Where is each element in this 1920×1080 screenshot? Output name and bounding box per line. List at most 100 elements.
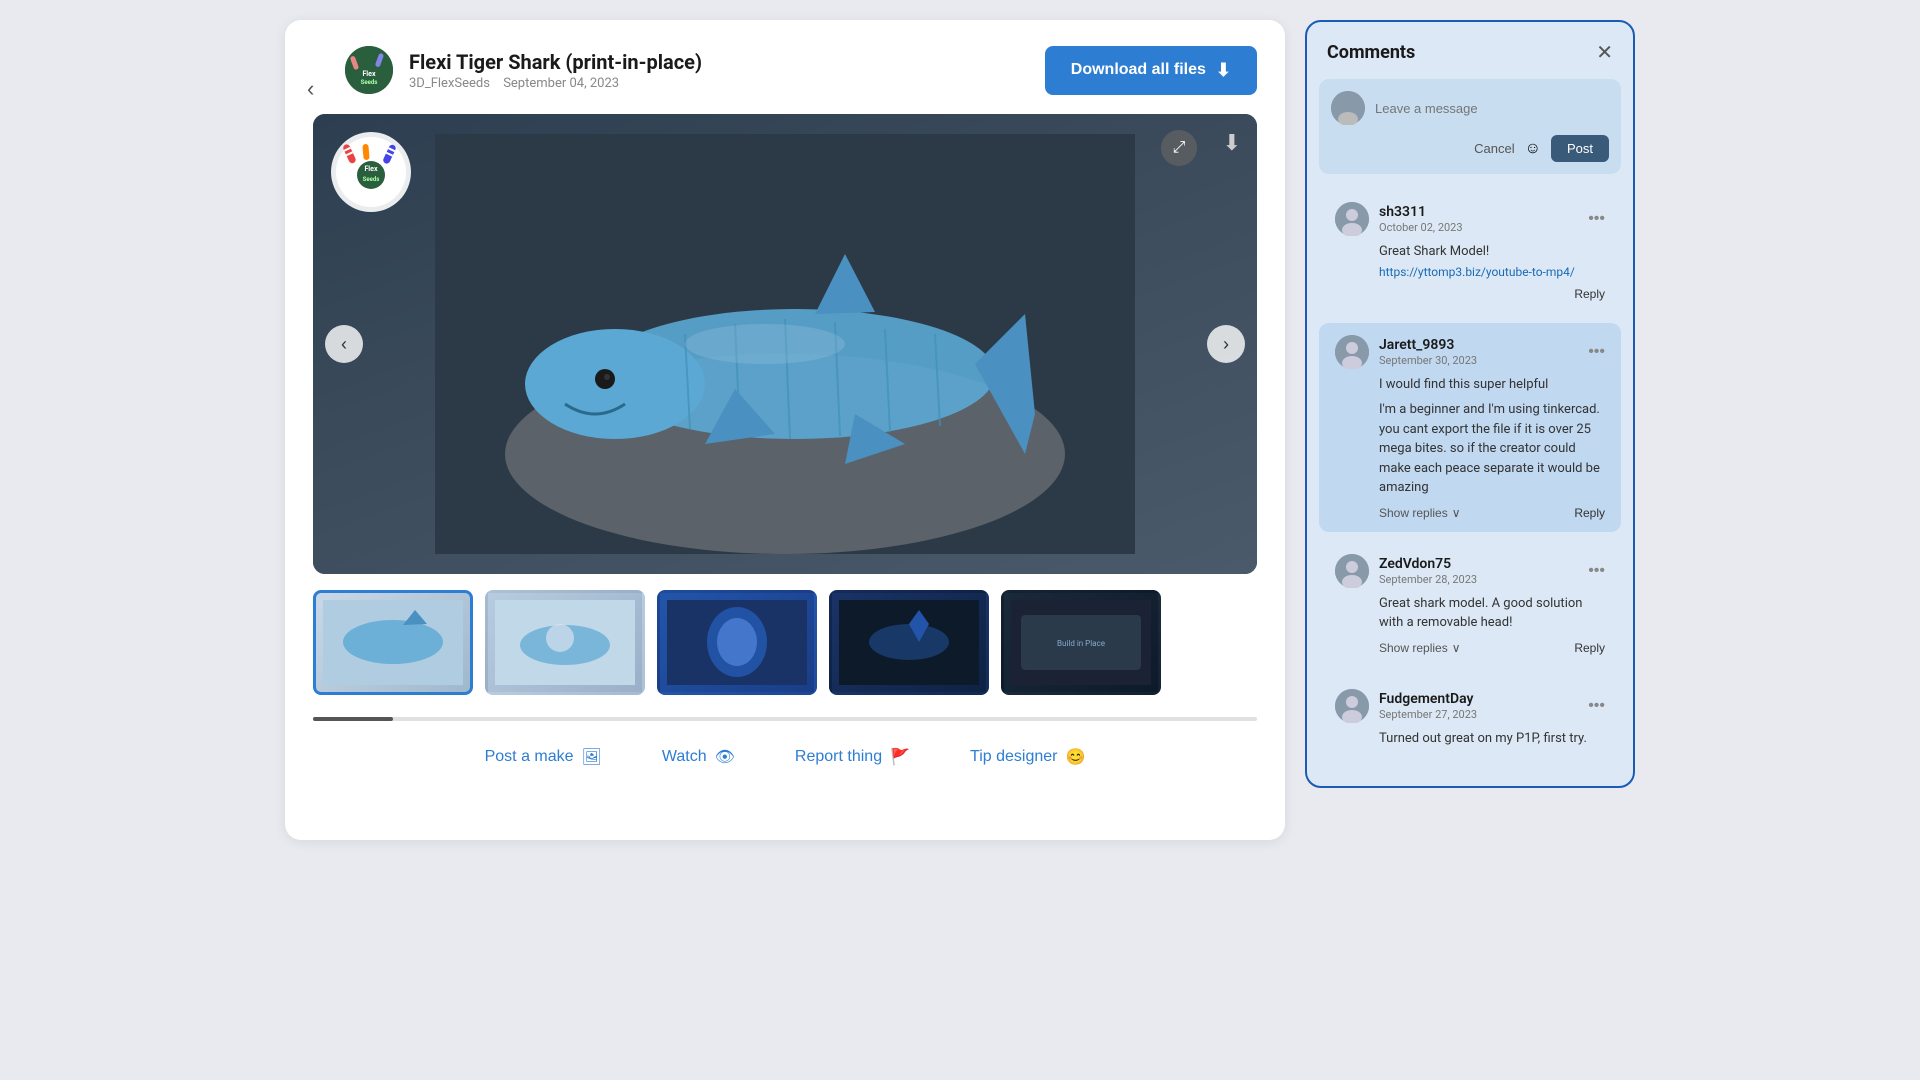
- comment-2-reply-button[interactable]: Reply: [1574, 506, 1605, 520]
- header-left: Flex Seeds Flexi Tiger Shark (print-in-p…: [343, 44, 702, 96]
- comment-1-meta: sh3311 October 02, 2023: [1379, 204, 1578, 234]
- expand-button[interactable]: ⤢: [1161, 130, 1197, 166]
- download-all-button[interactable]: Download all files ⬇: [1045, 46, 1257, 95]
- report-button[interactable]: Report thing 🚩: [795, 747, 910, 767]
- comment-input-area: Cancel ☺ Post: [1319, 79, 1621, 174]
- comment-4: FudgementDay September 27, 2023 ••• Turn…: [1319, 677, 1621, 761]
- comment-3-footer: Show replies ∨ Reply: [1379, 641, 1605, 655]
- main-card: ‹ F: [285, 20, 1285, 840]
- comment-4-header: FudgementDay September 27, 2023 •••: [1335, 689, 1605, 723]
- comment-3-username: ZedVdon75: [1379, 556, 1578, 572]
- comments-panel: Comments ✕ Cancel ☺ Post: [1305, 20, 1635, 788]
- comment-4-text: Turned out great on my P1P, first try.: [1379, 729, 1605, 749]
- avatar: Flex Seeds: [343, 44, 395, 96]
- comment-1-text: Great Shark Model!: [1379, 242, 1605, 262]
- comment-2-avatar: [1335, 335, 1369, 369]
- comment-3-text: Great shark model. A good solution with …: [1379, 594, 1605, 633]
- thumbnail-3[interactable]: [657, 590, 817, 695]
- show-replies-label-3: Show replies: [1379, 641, 1448, 655]
- comment-1-menu[interactable]: •••: [1588, 210, 1605, 228]
- comment-4-menu[interactable]: •••: [1588, 697, 1605, 715]
- download-label: Download all files: [1071, 61, 1206, 79]
- comment-3: ZedVdon75 September 28, 2023 ••• Great s…: [1319, 542, 1621, 667]
- comment-3-menu[interactable]: •••: [1588, 562, 1605, 580]
- close-comments-button[interactable]: ✕: [1596, 40, 1613, 65]
- shark-illustration: [435, 134, 1135, 554]
- thumbnail-1[interactable]: [313, 590, 473, 695]
- comment-4-username: FudgementDay: [1379, 691, 1578, 707]
- watch-label: Watch: [662, 748, 707, 766]
- svg-text:Flex: Flex: [362, 70, 375, 78]
- comment-4-meta: FudgementDay September 27, 2023: [1379, 691, 1578, 721]
- comment-2-menu[interactable]: •••: [1588, 343, 1605, 361]
- svg-text:Build in Place: Build in Place: [1057, 639, 1105, 648]
- comment-4-date: September 27, 2023: [1379, 708, 1578, 721]
- shark-background: Flex Seeds ⤢ ⬇: [313, 114, 1257, 574]
- comment-2-header: Jarett_9893 September 30, 2023 •••: [1335, 335, 1605, 369]
- tip-icon: 😊: [1065, 747, 1085, 767]
- download-icon: ⬇: [1216, 60, 1231, 81]
- comment-text-input[interactable]: [1375, 101, 1609, 116]
- author-name: 3D_FlexSeeds: [409, 76, 490, 91]
- comment-2-text-main: I would find this super helpful: [1379, 375, 1605, 395]
- comment-1-link[interactable]: https://yttomp3.biz/youtube-to-mp4/: [1379, 265, 1605, 279]
- comment-3-reply-button[interactable]: Reply: [1574, 641, 1605, 655]
- watch-button[interactable]: Watch 👁: [662, 747, 735, 767]
- comment-1-footer: Reply: [1379, 287, 1605, 301]
- meta-info: 3D_FlexSeeds September 04, 2023: [409, 76, 702, 91]
- comment-1-avatar: [1335, 202, 1369, 236]
- comment-2-date: September 30, 2023: [1379, 354, 1578, 367]
- header: Flex Seeds Flexi Tiger Shark (print-in-p…: [313, 44, 1257, 96]
- post-comment-button[interactable]: Post: [1551, 135, 1609, 162]
- publish-date: September 04, 2023: [503, 76, 619, 91]
- scroll-bar: [313, 717, 393, 721]
- comments-header: Comments ✕: [1307, 22, 1633, 79]
- svg-text:Seeds: Seeds: [361, 79, 378, 86]
- post-make-icon: 🖼: [582, 747, 602, 767]
- tip-label: Tip designer: [970, 748, 1057, 766]
- svg-text:Seeds: Seeds: [363, 176, 380, 183]
- comment-2-show-replies[interactable]: Show replies ∨: [1379, 506, 1461, 520]
- comment-3-meta: ZedVdon75 September 28, 2023: [1379, 556, 1578, 586]
- comment-3-date: September 28, 2023: [1379, 573, 1578, 586]
- comment-input-row: [1331, 91, 1609, 125]
- image-next-button[interactable]: ›: [1207, 325, 1245, 363]
- comment-actions-row: Cancel ☺ Post: [1331, 135, 1609, 162]
- comments-title: Comments: [1327, 42, 1415, 63]
- watch-icon: 👁: [715, 747, 735, 767]
- chevron-down-icon-3: ∨: [1452, 641, 1461, 655]
- cancel-comment-button[interactable]: Cancel: [1474, 141, 1514, 156]
- emoji-button[interactable]: ☺: [1525, 140, 1541, 158]
- comment-1-date: October 02, 2023: [1379, 221, 1578, 234]
- image-viewer: Flex Seeds ⤢ ⬇ ‹ ›: [313, 114, 1257, 574]
- post-make-button[interactable]: Post a make 🖼: [485, 747, 602, 767]
- back-button[interactable]: ‹: [297, 70, 324, 108]
- chevron-down-icon: ∨: [1452, 506, 1461, 520]
- comment-4-avatar: [1335, 689, 1369, 723]
- thumbnail-strip: Build in Place: [313, 590, 1257, 695]
- post-make-label: Post a make: [485, 748, 574, 766]
- svg-text:Flex: Flex: [364, 165, 377, 173]
- comment-2-meta: Jarett_9893 September 30, 2023: [1379, 337, 1578, 367]
- thumbnail-4[interactable]: [829, 590, 989, 695]
- current-user-avatar: [1331, 91, 1365, 125]
- image-download-button[interactable]: ⬇: [1223, 130, 1241, 156]
- page-wrapper: ‹ F: [0, 0, 1920, 1080]
- comment-3-show-replies[interactable]: Show replies ∨: [1379, 641, 1461, 655]
- flexseeds-overlay: Flex Seeds: [331, 132, 411, 212]
- comment-1-username: sh3311: [1379, 204, 1578, 220]
- actions-bar: Post a make 🖼 Watch 👁 Report thing 🚩 Tip…: [313, 739, 1257, 775]
- comment-1-reply-button[interactable]: Reply: [1574, 287, 1605, 301]
- report-icon: 🚩: [890, 747, 910, 767]
- thumbnail-5[interactable]: Build in Place: [1001, 590, 1161, 695]
- comment-2-footer: Show replies ∨ Reply: [1379, 506, 1605, 520]
- comment-3-header: ZedVdon75 September 28, 2023 •••: [1335, 554, 1605, 588]
- report-label: Report thing: [795, 748, 882, 766]
- comment-2-text-sub: I'm a beginner and I'm using tinkercad. …: [1379, 400, 1605, 498]
- tip-designer-button[interactable]: Tip designer 😊: [970, 747, 1085, 767]
- image-prev-button[interactable]: ‹: [325, 325, 363, 363]
- comment-2-username: Jarett_9893: [1379, 337, 1578, 353]
- page-title: Flexi Tiger Shark (print-in-place): [409, 50, 702, 74]
- comment-2: Jarett_9893 September 30, 2023 ••• I wou…: [1319, 323, 1621, 532]
- thumbnail-2[interactable]: [485, 590, 645, 695]
